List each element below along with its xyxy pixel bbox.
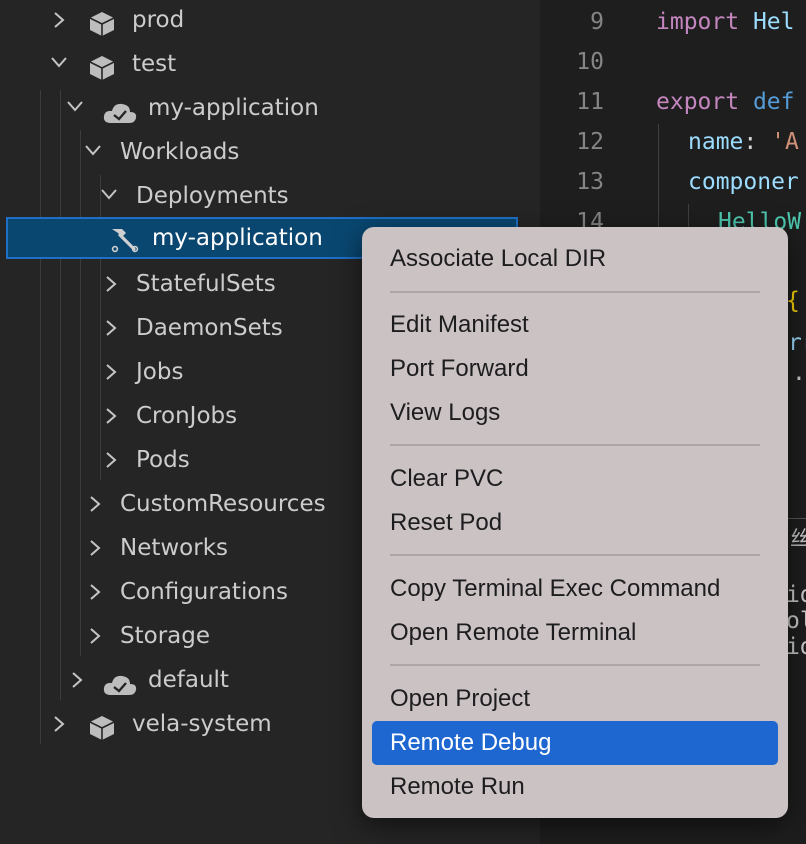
terminal-fragment: id xyxy=(786,634,806,660)
menu-item-copy-terminal-exec-command[interactable]: Copy Terminal Exec Command xyxy=(372,567,778,611)
tree-item-test[interactable]: test xyxy=(0,42,518,86)
line-number: 12 xyxy=(576,129,604,155)
line-number: 9 xyxy=(590,9,604,35)
menu-item-port-forward[interactable]: Port Forward xyxy=(372,347,778,391)
code-token: 'A xyxy=(771,129,799,155)
menu-item-label: Clear PVC xyxy=(390,465,504,492)
menu-item-open-project[interactable]: Open Project xyxy=(372,677,778,721)
code-token: name xyxy=(688,129,744,155)
tree-item-label: Jobs xyxy=(136,359,184,385)
terminal-fragment: id xyxy=(786,582,806,608)
code-line-13: componer xyxy=(688,162,799,202)
chevron-right-icon xyxy=(104,262,124,306)
menu-item-label: Reset Pod xyxy=(390,509,503,536)
menu-item-label: Remote Debug xyxy=(390,729,552,756)
chevron-right-icon xyxy=(88,570,108,614)
tree-item-label: Pods xyxy=(136,447,190,473)
menu-item-label: Associate Local DIR xyxy=(390,245,607,272)
tree-item-label: DaemonSets xyxy=(136,315,283,341)
chevron-down-icon xyxy=(100,174,120,218)
tree-item-label: prod xyxy=(132,7,185,33)
menu-item-label: Copy Terminal Exec Command xyxy=(390,575,721,602)
menu-item-associate-local-dir[interactable]: Associate Local DIR xyxy=(372,237,778,281)
chevron-right-icon xyxy=(88,482,108,526)
chevron-down-icon xyxy=(50,42,70,86)
menu-separator xyxy=(390,554,760,556)
chevron-down-icon xyxy=(66,86,86,130)
chevron-right-icon xyxy=(104,306,124,350)
cube-icon xyxy=(88,52,116,80)
chevron-right-icon xyxy=(88,614,108,658)
menu-item-reset-pod[interactable]: Reset Pod xyxy=(372,501,778,545)
menu-item-open-remote-terminal[interactable]: Open Remote Terminal xyxy=(372,611,778,655)
menu-item-label: Port Forward xyxy=(390,355,529,382)
code-line-11: export def xyxy=(656,82,794,122)
menu-separator xyxy=(390,664,760,666)
menu-item-label: Open Project xyxy=(390,685,531,712)
menu-item-view-logs[interactable]: View Logs xyxy=(372,391,778,435)
tree-item-workloads[interactable]: Workloads xyxy=(0,130,518,174)
tree-item-label: test xyxy=(132,51,177,77)
tree-item-prod[interactable]: prod xyxy=(0,0,518,42)
code-fragment: . xyxy=(792,360,806,386)
tree-item-label: my-application xyxy=(152,225,323,251)
cloud-check-icon xyxy=(102,96,137,123)
code-token: : xyxy=(743,129,772,155)
menu-item-label: Open Remote Terminal xyxy=(390,619,637,646)
tree-item-label: CronJobs xyxy=(136,403,238,429)
line-number: 10 xyxy=(576,49,604,75)
hammer-icon xyxy=(108,224,139,253)
tree-item-label: vela-system xyxy=(132,711,272,737)
code-token: export xyxy=(656,89,740,115)
menu-item-label: Edit Manifest xyxy=(390,311,529,338)
menu-item-remote-debug[interactable]: Remote Debug xyxy=(372,721,778,765)
menu-item-label: View Logs xyxy=(390,399,501,426)
tree-item-label: Configurations xyxy=(120,579,288,605)
panel-tab-glyph: 丝 xyxy=(790,526,806,550)
tree-item-label: Networks xyxy=(120,535,229,561)
code-token: componer xyxy=(688,169,799,195)
menu-separator xyxy=(390,444,760,446)
line-number: 13 xyxy=(576,169,604,195)
line-number: 11 xyxy=(576,89,604,115)
tree-item-label: my-application xyxy=(148,95,319,121)
chevron-right-icon xyxy=(104,350,124,394)
chevron-right-icon xyxy=(52,702,72,746)
tree-item-deployments[interactable]: Deployments xyxy=(0,174,518,218)
code-token: Hel xyxy=(739,9,795,35)
menu-item-edit-manifest[interactable]: Edit Manifest xyxy=(372,303,778,347)
menu-item-clear-pvc[interactable]: Clear PVC xyxy=(372,457,778,501)
code-line-12: name: 'A xyxy=(688,122,799,162)
menu-separator xyxy=(390,291,760,293)
cube-icon xyxy=(88,712,116,740)
cloud-check-icon xyxy=(102,668,137,695)
code-token: import xyxy=(656,9,740,35)
menu-item-label: Remote Run xyxy=(390,773,525,800)
tree-item-label: Storage xyxy=(120,623,210,649)
chevron-right-icon xyxy=(104,394,124,438)
chevron-down-icon xyxy=(84,130,104,174)
tree-item-label: default xyxy=(148,667,229,693)
tree-item-label: CustomResources xyxy=(120,491,326,517)
code-token: def xyxy=(739,89,795,115)
tree-item-label: Deployments xyxy=(136,183,289,209)
cube-icon xyxy=(88,8,116,36)
chevron-right-icon xyxy=(52,0,72,42)
chevron-right-icon xyxy=(88,526,108,570)
tree-item-label: StatefulSets xyxy=(136,271,276,297)
chevron-right-icon xyxy=(70,658,90,702)
context-menu: Associate Local DIR Edit Manifest Port F… xyxy=(362,227,788,818)
code-line-9: import Hel xyxy=(656,2,794,42)
menu-item-remote-run[interactable]: Remote Run xyxy=(372,765,778,809)
tree-item-namespace-my-application[interactable]: my-application xyxy=(0,86,518,130)
tree-item-label: Workloads xyxy=(120,139,240,165)
code-fragment: rr xyxy=(788,330,806,356)
terminal-fragment: ol xyxy=(786,608,806,634)
code-fragment: { xyxy=(786,288,800,314)
chevron-right-icon xyxy=(104,438,124,482)
